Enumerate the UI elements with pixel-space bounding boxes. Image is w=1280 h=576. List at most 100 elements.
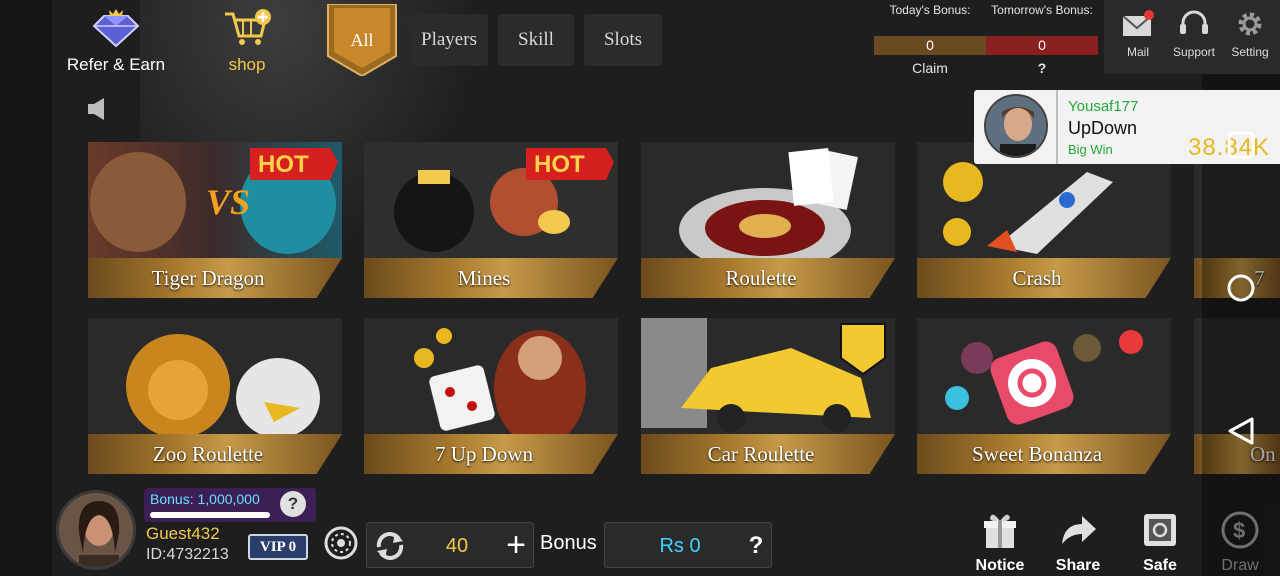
game-card-7-up-down[interactable]: 7 Up Down [364,318,620,476]
player-avatar[interactable] [56,490,136,570]
share-button[interactable]: Share [1048,510,1108,575]
svg-text:HOT: HOT [534,151,585,178]
support-label: Support [1172,45,1216,59]
bonus-progress-panel: Bonus: 1,000,000 ? [144,488,316,522]
triangle-back-icon [1228,417,1254,445]
gift-icon [984,514,1016,548]
coin-balance-box: 40 + [366,522,534,568]
headset-icon [1180,10,1208,34]
game-card-mines[interactable]: HOT Mines [364,142,620,300]
tab-all[interactable]: All [326,3,398,78]
game-title: Zoo Roulette [152,442,264,466]
tomorrows-bonus-label: Tomorrow's Bonus: [991,3,1093,17]
top-bar: Refer & Earn shop All Players Skill Slot… [52,0,1280,88]
bonus-label: Bonus [540,532,597,554]
todays-bonus-label: Today's Bonus: [889,3,971,17]
notice-button[interactable]: Notice [970,510,1030,575]
share-arrow-icon [1062,516,1096,544]
setting-button[interactable]: Setting [1222,10,1278,59]
daily-bonus-panel: Today's Bonus: Tomorrow's Bonus: 0 0 Cla… [874,3,1098,78]
bonus-help-icon[interactable]: ? [280,491,306,517]
game-card-roulette[interactable]: Roulette [641,142,897,300]
dollar-coin-icon: $ [1221,511,1259,549]
game-card-crash[interactable]: Crash [917,142,1173,300]
poker-chip-icon [324,526,358,560]
shop-label: shop [228,55,266,74]
chip-button[interactable] [324,526,358,560]
recents-button[interactable] [1224,128,1258,162]
back-button[interactable] [1224,414,1258,448]
vip-badge[interactable]: VIP 0 [248,534,308,560]
support-button[interactable]: Support [1166,10,1222,59]
game-title: Crash [1012,266,1062,290]
winner-avatar [984,94,1048,158]
refresh-balance-button[interactable] [373,529,407,563]
shopping-cart-icon [225,9,271,45]
tab-skill[interactable]: Skill [498,14,574,66]
sound-toggle[interactable] [86,96,110,122]
svg-text:VS: VS [206,182,250,222]
game-title: 7 Up Down [435,442,533,466]
game-card-tiger-dragon[interactable]: VS HOT Tiger Dragon [88,142,344,300]
rs-help-button[interactable]: ? [743,523,769,569]
bonus-help-button[interactable]: ? [986,60,1098,76]
shop-button[interactable]: shop [212,8,282,74]
tab-all-label: All [350,30,374,50]
7-up-down-art [364,318,618,434]
home-button[interactable] [1224,271,1258,305]
square-icon [1227,131,1255,159]
todays-bonus-value: 0 [874,36,986,55]
draw-button[interactable]: $ Draw [1210,510,1270,575]
left-edge [0,0,52,576]
game-title: Mines [457,266,511,290]
safe-button[interactable]: Safe [1130,510,1190,575]
rs-balance-box: Rs 0 ? [604,522,772,568]
hot-badge: HOT [250,148,338,180]
app-screen: Refer & Earn shop All Players Skill Slot… [0,0,1280,576]
game-title: Car Roulette [707,442,815,466]
game-card-zoo-roulette[interactable]: Zoo Roulette [88,318,344,476]
refer-earn-label: Refer & Earn [66,55,166,74]
zoo-roulette-art [88,318,342,434]
claim-button[interactable]: Claim [874,60,986,76]
notice-label: Notice [975,557,1025,574]
svg-text:HOT: HOT [258,151,309,178]
game-title: Tiger Dragon [151,266,265,290]
player-name: Guest432 [146,524,220,543]
safe-icon [1144,514,1176,546]
coin-balance: 40 [445,535,469,557]
bonus-amount-text: Bonus: 1,000,000 [150,491,260,507]
share-label: Share [1055,557,1101,574]
safe-label: Safe [1143,557,1177,574]
mail-button[interactable]: Mail [1110,10,1166,59]
setting-label: Setting [1231,45,1269,59]
winner-game: UpDown [1068,118,1138,138]
mail-label: Mail [1126,45,1149,59]
bonus-progress-bar [150,512,270,518]
player-id: ID:4732213 [146,546,229,563]
winner-username: Yousaf177 [1068,98,1139,115]
game-card-car-roulette[interactable]: Car Roulette [641,318,897,476]
car-roulette-art [641,318,895,434]
gear-icon [1238,12,1262,36]
add-coins-button[interactable]: + [499,528,533,563]
game-card-sweet-bonanza[interactable]: Sweet Bonanza [917,318,1173,476]
refer-earn-button[interactable]: Refer & Earn [64,8,168,74]
sweet-bonanza-art [917,318,1171,434]
circle-icon [1227,274,1255,302]
big-win-badge: Big Win [1068,142,1113,157]
tomorrows-bonus-value: 0 [986,36,1098,55]
diamond-icon [92,9,140,48]
game-title: Roulette [725,266,797,290]
popup-divider [1056,90,1058,164]
tab-slots[interactable]: Slots [584,14,662,66]
roulette-art [641,142,895,258]
svg-text:$: $ [1233,518,1245,543]
bottom-bar: Bonus: 1,000,000 ? Guest432 ID:4732213 V… [52,480,1280,576]
mail-icon [1122,10,1154,36]
speaker-icon [88,98,104,120]
draw-label: Draw [1221,557,1259,574]
tab-players[interactable]: Players [410,14,488,66]
utility-panel: Mail Support Setting [1104,0,1280,74]
rs-balance: Rs 0 [659,535,701,557]
